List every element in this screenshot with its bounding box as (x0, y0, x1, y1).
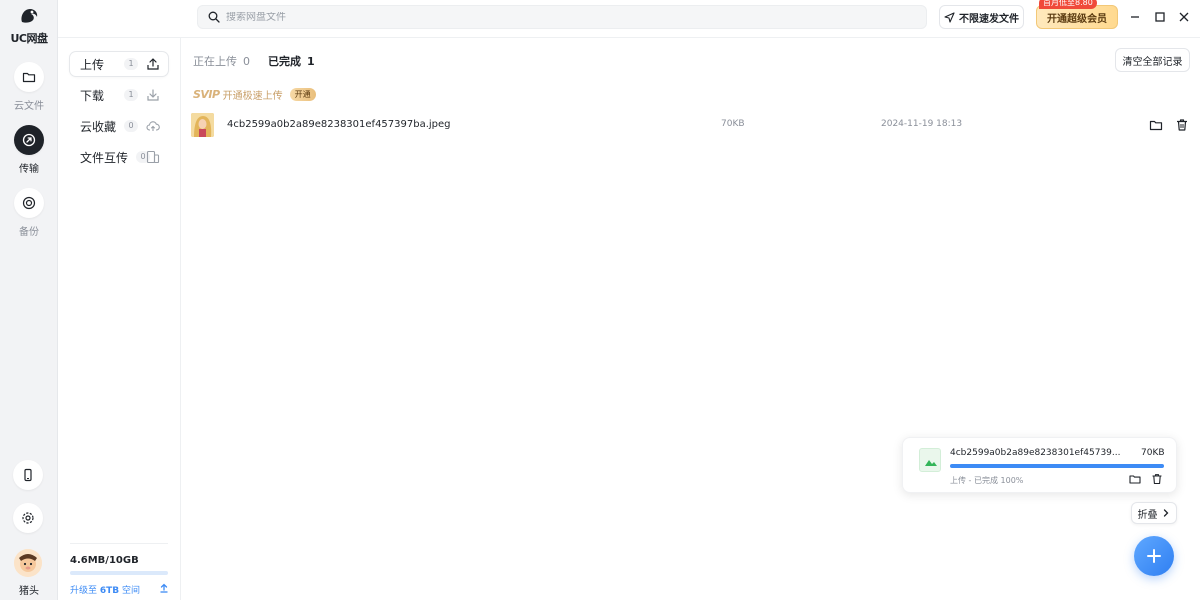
rail-label: 备份 (19, 227, 39, 238)
device-transfer-icon (146, 150, 160, 164)
upgrade-storage-link[interactable]: 升级至 6TB 空间 (70, 583, 140, 596)
sidebar-item-label: 下载 (80, 88, 105, 103)
upload-file-name: 4cb2599a0b2a89e8238301ef45739... (950, 448, 1121, 458)
top-bar: 不限速发文件 开通超级会员 首月低至8.80 (58, 0, 1200, 38)
rail-item-backup[interactable]: 备份 (0, 188, 58, 238)
add-button[interactable] (1134, 536, 1174, 576)
sidebar-item-label: 上传 (80, 57, 105, 72)
close-icon (1179, 12, 1189, 22)
file-date: 2024-11-19 18:13 (881, 119, 963, 129)
transfer-sidebar: 上传 1 下载 1 云收藏 0 文件互传 0 4.6MB/10GB 升级至 6T… (58, 38, 181, 600)
maximize-icon (1155, 12, 1165, 22)
phone-icon[interactable] (13, 460, 43, 490)
storage-usage: 4.6MB/10GB (70, 555, 139, 566)
collapse-button[interactable]: 折叠 (1131, 502, 1177, 524)
divider (70, 543, 168, 544)
upgrade-suffix: 空间 (119, 586, 141, 596)
minimize-icon (1131, 16, 1139, 18)
upgrade-size: 6TB (99, 586, 120, 596)
open-folder-icon[interactable] (1129, 473, 1141, 485)
sidebar-item-upload[interactable]: 上传 1 (70, 52, 168, 76)
delete-icon[interactable] (1175, 118, 1189, 132)
rail-item-cloud-files[interactable]: 云文件 (0, 62, 58, 112)
sidebar-item-label: 文件互传 (80, 150, 129, 165)
transfer-icon (14, 125, 44, 155)
upload-icon (147, 58, 159, 70)
folder-icon (14, 62, 44, 92)
backup-icon (14, 188, 44, 218)
svip-text: 开通极速上传 (222, 91, 283, 102)
vip-label: 开通超级会员 (1047, 13, 1107, 25)
fast-send-button[interactable]: 不限速发文件 (939, 5, 1024, 29)
avatar[interactable] (14, 549, 42, 577)
collapse-label: 折叠 (1137, 509, 1158, 521)
svip-promo[interactable]: SVIP 开通极速上传 开通 (193, 87, 316, 102)
count-badge: 0 (124, 120, 138, 132)
open-folder-icon[interactable] (1149, 118, 1163, 132)
upgrade-arrow-icon[interactable] (159, 583, 169, 593)
settings-icon[interactable] (13, 503, 43, 533)
sidebar-item-download[interactable]: 下载 1 (70, 83, 168, 107)
upload-status: 上传 - 已完成 100% (950, 476, 1024, 485)
transfer-tabs: 正在上传 0 已完成 1 (193, 53, 333, 69)
sidebar-item-file-exchange[interactable]: 文件互传 0 (70, 145, 168, 169)
file-name: 4cb2599a0b2a89e8238301ef457397ba.jpeg (227, 119, 451, 130)
rail-label: 传输 (19, 164, 39, 175)
sidebar-item-label: 云收藏 (80, 119, 117, 134)
user-name: 猪头 (19, 586, 39, 597)
upload-progress-bar (950, 464, 1164, 468)
plus-icon (1147, 549, 1161, 563)
file-thumbnail (191, 113, 214, 137)
svip-open-badge: 开通 (289, 88, 316, 101)
tab-label: 正在上传 (193, 55, 237, 68)
image-file-icon (919, 448, 941, 472)
fast-send-label: 不限速发文件 (959, 13, 1019, 25)
tab-label: 已完成 (268, 55, 301, 68)
tab-count: 0 (243, 54, 250, 68)
sidebar-item-cloud-favorites[interactable]: 云收藏 0 (70, 114, 168, 138)
storage-progress-bar (70, 571, 168, 575)
table-row[interactable]: 4cb2599a0b2a89e8238301ef457397ba.jpeg 70… (181, 110, 1200, 140)
tab-count: 1 (307, 54, 315, 68)
left-rail: UC网盘 云文件 传输 备份 猪头 (0, 0, 58, 600)
count-badge: 1 (124, 89, 138, 101)
clear-all-records-button[interactable]: 清空全部记录 (1115, 48, 1190, 72)
count-badge: 1 (124, 58, 138, 70)
chevron-right-icon (1163, 509, 1168, 517)
upload-file-size: 70KB (1141, 448, 1165, 458)
upload-progress-card: 4cb2599a0b2a89e8238301ef45739... 70KB 上传… (902, 437, 1177, 493)
search-input[interactable] (226, 11, 906, 23)
upgrade-prefix: 升级至 (70, 586, 100, 596)
search-icon (208, 11, 220, 23)
send-icon (944, 11, 955, 23)
cloud-upload-icon (146, 121, 160, 131)
rail-label: 云文件 (14, 101, 44, 112)
maximize-button[interactable] (1153, 10, 1167, 24)
minimize-button[interactable] (1128, 10, 1142, 24)
app-logo-text: UC网盘 (10, 32, 48, 45)
search-box[interactable] (197, 5, 927, 29)
tab-completed[interactable]: 已完成 1 (268, 53, 315, 69)
close-button[interactable] (1177, 10, 1191, 24)
app-logo: UC网盘 (0, 6, 58, 46)
file-size: 70KB (721, 119, 745, 129)
upload-progress-fill (950, 464, 1164, 468)
download-icon (147, 89, 159, 101)
delete-icon[interactable] (1151, 473, 1163, 485)
svip-logo: SVIP (193, 88, 220, 101)
uc-logo-icon (21, 9, 38, 23)
tab-uploading[interactable]: 正在上传 0 (193, 53, 250, 69)
rail-item-transfer[interactable]: 传输 (0, 125, 58, 175)
vip-promo-badge: 首月低至8.80 (1039, 0, 1097, 9)
